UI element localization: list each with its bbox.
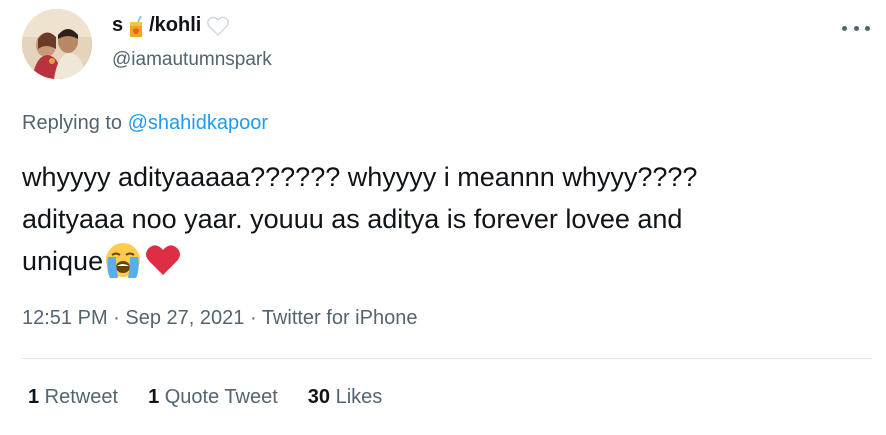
tweet-line-2: adityaaa noo yaar. youuu as aditya is fo… bbox=[22, 204, 683, 234]
display-name-prefix: s bbox=[112, 14, 124, 36]
divider bbox=[22, 358, 872, 359]
tweet-line-3-text: unique bbox=[22, 246, 104, 276]
tweet-line-3: unique bbox=[22, 240, 872, 282]
tweet-text: whyyyy adityaaaaa?????? whyyyy i meannn … bbox=[22, 156, 872, 282]
tweet-time[interactable]: 12:51 PM bbox=[22, 307, 108, 329]
more-horizontal-icon-dot bbox=[853, 25, 859, 31]
tweet-stats: 1 Retweet 1 Quote Tweet 30 Likes bbox=[28, 386, 382, 409]
quote-tweets-stat[interactable]: 1 Quote Tweet bbox=[148, 386, 278, 409]
meta-separator: · bbox=[244, 307, 262, 329]
quotes-label: Quote Tweet bbox=[159, 386, 278, 408]
white-heart-icon bbox=[207, 16, 230, 36]
meta-separator: · bbox=[107, 307, 126, 329]
red-heart-icon bbox=[145, 243, 181, 277]
tweet-source: Twitter for iPhone bbox=[261, 307, 418, 329]
beverage-box-icon bbox=[129, 15, 143, 37]
profile-photo-icon bbox=[22, 9, 92, 79]
retweets-label: Retweet bbox=[39, 386, 119, 408]
likes-count: 30 bbox=[307, 386, 331, 408]
tweet-date[interactable]: Sep 27, 2021 bbox=[125, 307, 244, 329]
loudly-crying-face-icon bbox=[103, 240, 143, 280]
retweets-stat[interactable]: 1 Retweet bbox=[28, 386, 118, 409]
user-handle[interactable]: @iamautumnspark bbox=[112, 49, 272, 71]
more-horizontal-icon-dot bbox=[865, 25, 870, 31]
display-name-suffix: /kohli bbox=[149, 14, 202, 36]
tweet-meta: 12:51 PM · Sep 27, 2021 · Twitter for iP… bbox=[22, 307, 417, 330]
likes-label: Likes bbox=[330, 386, 383, 408]
likes-stat[interactable]: 30 Likes bbox=[308, 386, 383, 409]
avatar[interactable] bbox=[22, 9, 92, 79]
more-options-button[interactable] bbox=[842, 22, 870, 34]
quotes-count: 1 bbox=[148, 386, 160, 408]
more-horizontal-icon bbox=[842, 25, 847, 31]
retweets-count: 1 bbox=[28, 386, 40, 408]
replying-to: Replying to @shahidkapoor bbox=[22, 112, 268, 135]
replying-prefix: Replying to bbox=[22, 112, 123, 134]
reply-mention-link[interactable]: @shahidkapoor bbox=[128, 112, 268, 134]
display-name[interactable]: s /kohli bbox=[112, 14, 230, 37]
tweet-line-1: whyyyy adityaaaaa?????? whyyyy i meannn … bbox=[22, 162, 698, 192]
